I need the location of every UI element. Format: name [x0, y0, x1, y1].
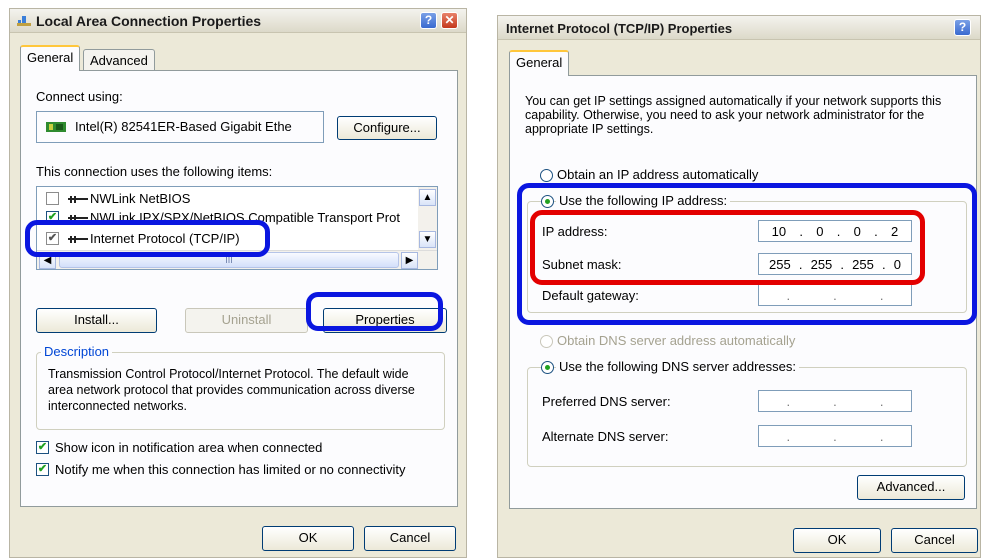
list-item[interactable]: NWLink NetBIOS: [37, 190, 417, 208]
octet-dot: .: [833, 393, 837, 409]
cancel-button[interactable]: Cancel: [364, 526, 456, 551]
list-item-label: NWLink NetBIOS: [90, 191, 191, 206]
obtain-ip-auto-radio[interactable]: [540, 169, 553, 182]
description-text: Transmission Control Protocol/Internet P…: [48, 367, 415, 413]
adapter-name: Intel(R) 82541ER-Based Gigabit Ethe: [75, 119, 292, 134]
intro-text: You can get IP settings assigned automat…: [525, 94, 942, 136]
octet-dot: .: [879, 393, 884, 409]
highlight-properties-button: [306, 292, 443, 331]
preferred-dns-field[interactable]: . . .: [758, 390, 912, 412]
advanced-button[interactable]: Advanced...: [857, 475, 965, 500]
items-label: This connection uses the following items…: [36, 164, 273, 179]
notify-label: Notify me when this connection has limit…: [55, 462, 406, 477]
obtain-ip-auto-label: Obtain an IP address automatically: [557, 167, 759, 182]
cancel-button[interactable]: Cancel: [891, 528, 978, 553]
network-connection-icon: [17, 16, 31, 26]
close-icon[interactable]: ✕: [441, 12, 458, 29]
help-icon[interactable]: ?: [954, 19, 971, 36]
octet-dot: .: [879, 428, 884, 444]
scroll-right-icon[interactable]: ▶: [401, 252, 418, 269]
obtain-dns-auto-radio: [540, 335, 553, 348]
obtain-dns-auto-label: Obtain DNS server address automatically: [557, 333, 796, 348]
dialog-title: Local Area Connection Properties: [36, 13, 262, 29]
use-following-dns-label: Use the following DNS server addresses:: [556, 359, 799, 374]
alternate-dns-field[interactable]: . . .: [758, 425, 912, 447]
help-icon[interactable]: ?: [420, 12, 437, 29]
dialog-title: Internet Protocol (TCP/IP) Properties: [506, 21, 733, 36]
ok-button[interactable]: OK: [793, 528, 881, 553]
alternate-dns-label: Alternate DNS server:: [542, 429, 669, 444]
tab-general[interactable]: General: [20, 45, 81, 71]
vertical-scrollbar[interactable]: ▲ ▼: [418, 187, 437, 251]
highlight-ip-and-subnet: [530, 210, 925, 285]
general-tab-panel: Connect using: Intel(R) 82541ER-Based Gi…: [20, 70, 458, 507]
title-bar: Internet Protocol (TCP/IP) Properties ?: [498, 16, 980, 40]
show-icon-label: Show icon in notification area when conn…: [55, 440, 323, 455]
network-adapter-icon: [46, 122, 66, 132]
uninstall-button: Uninstall: [185, 308, 308, 333]
dns-group: Use the following DNS server addresses: …: [527, 359, 967, 467]
show-icon-checkbox[interactable]: ✔: [36, 441, 49, 454]
adapter-field: Intel(R) 82541ER-Based Gigabit Ethe: [36, 111, 324, 143]
item-checkbox[interactable]: [46, 192, 59, 205]
use-following-dns-radio[interactable]: [541, 361, 554, 374]
title-bar: Local Area Connection Properties ? ✕: [10, 9, 466, 33]
tab-advanced[interactable]: Advanced: [83, 49, 155, 72]
configure-button[interactable]: Configure...: [337, 116, 437, 140]
local-area-connection-properties-dialog: Local Area Connection Properties ? ✕ Gen…: [9, 8, 467, 558]
octet-dot: .: [786, 428, 791, 444]
network-component-icon: [68, 196, 88, 203]
octet-dot: .: [786, 393, 791, 409]
notify-checkbox[interactable]: ✔: [36, 463, 49, 476]
preferred-dns-label: Preferred DNS server:: [542, 394, 671, 409]
octet-dot: .: [833, 428, 837, 444]
description-legend: Description: [41, 344, 113, 359]
connect-using-label: Connect using:: [36, 89, 123, 104]
install-button[interactable]: Install...: [36, 308, 157, 333]
description-group: Description Transmission Control Protoco…: [36, 344, 445, 430]
scroll-down-icon[interactable]: ▼: [419, 231, 436, 248]
highlight-tcpip-item: [25, 220, 270, 257]
ok-button[interactable]: OK: [262, 526, 354, 551]
scroll-up-icon[interactable]: ▲: [419, 189, 436, 206]
tab-general[interactable]: General: [509, 50, 570, 76]
